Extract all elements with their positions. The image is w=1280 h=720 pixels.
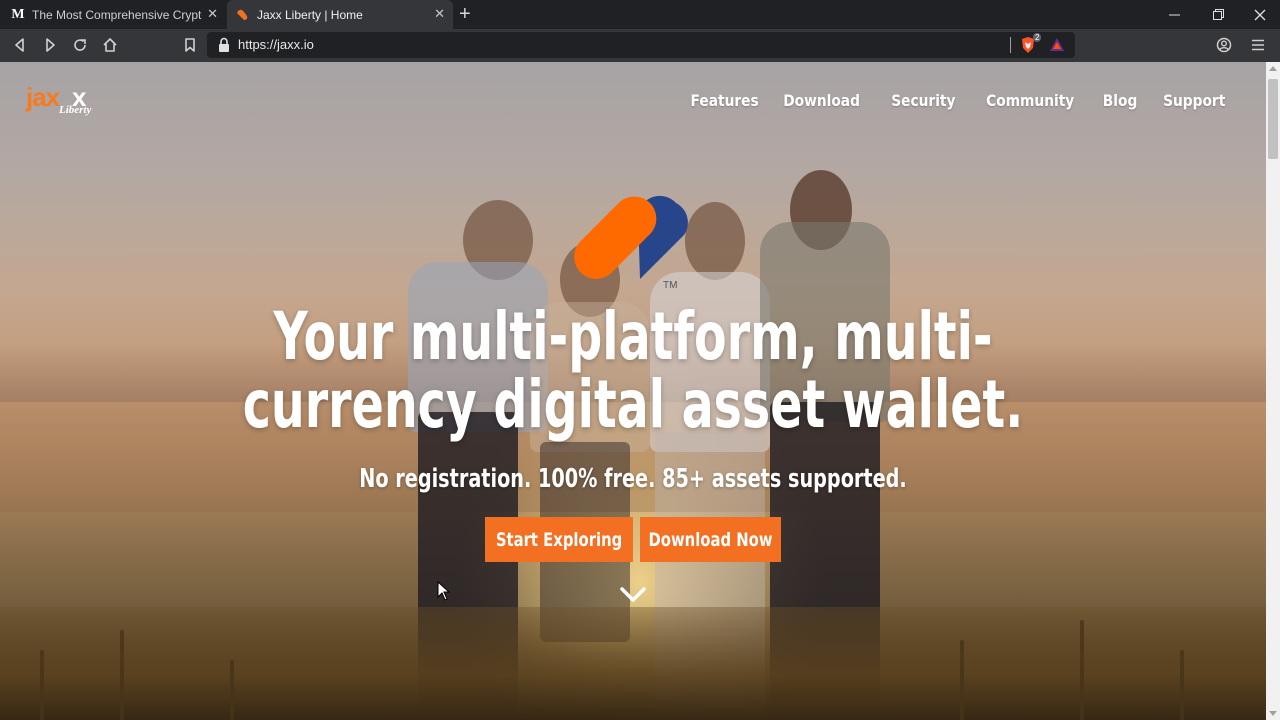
tab-medium-article[interactable]: M The Most Comprehensive Cryptoc ✕	[0, 0, 226, 29]
page-viewport: jax x Liberty Features Download Security…	[0, 62, 1266, 720]
tab-title: The Most Comprehensive Cryptoc	[32, 7, 202, 22]
download-now-label: Download Now	[648, 528, 773, 551]
hero-subheadline: No registration. 100% free. 85+ assets s…	[359, 464, 907, 494]
nav-download-link[interactable]: Download	[783, 91, 860, 110]
grass-stalk	[1080, 620, 1084, 720]
grass-stalk	[40, 650, 44, 720]
main-navigation: Features Download Security Community Blo…	[685, 91, 1230, 110]
browser-toolbar: https://jaxx.io 2	[0, 29, 1280, 62]
close-window-button[interactable]	[1238, 0, 1280, 29]
back-button[interactable]	[9, 34, 31, 56]
start-exploring-label: Start Exploring	[495, 528, 623, 551]
jaxx-heart-logo	[574, 195, 688, 279]
menu-button[interactable]	[1247, 34, 1269, 56]
nav-security-link[interactable]: Security	[892, 91, 956, 110]
account-button[interactable]	[1213, 34, 1235, 56]
account-icon	[1216, 37, 1232, 53]
address-bar[interactable]: https://jaxx.io 2	[207, 32, 1075, 58]
jaxx-icon	[235, 7, 251, 23]
bookmark-button[interactable]	[179, 34, 201, 56]
hamburger-menu-icon	[1252, 39, 1264, 51]
forward-icon	[46, 38, 55, 52]
nav-blog-link[interactable]: Blog	[1102, 91, 1137, 110]
lock-icon	[219, 37, 229, 52]
reload-button[interactable]	[69, 34, 91, 56]
forward-button[interactable]	[39, 34, 61, 56]
grass-stalk	[120, 630, 124, 720]
grass-stalk	[230, 660, 234, 720]
minimize-icon	[1168, 14, 1180, 16]
tab-title: Jaxx Liberty | Home	[257, 7, 363, 22]
home-icon	[103, 38, 117, 52]
restore-window-button[interactable]	[1196, 0, 1240, 29]
download-now-button[interactable]: Download Now	[640, 517, 781, 562]
back-icon	[15, 38, 24, 52]
scroll-down-arrow-icon[interactable]	[1269, 711, 1277, 716]
home-button[interactable]	[99, 34, 121, 56]
grassy-foreground	[0, 607, 1266, 720]
close-icon	[1254, 9, 1266, 20]
restore-icon	[1212, 9, 1224, 20]
scroll-up-arrow-icon[interactable]	[1269, 66, 1277, 71]
reload-icon	[74, 39, 86, 51]
trademark-symbol: TM	[663, 280, 678, 291]
start-exploring-button[interactable]: Start Exploring	[485, 517, 633, 562]
nav-features-link[interactable]: Features	[691, 91, 759, 110]
nav-support-link[interactable]: Support	[1163, 91, 1225, 110]
close-tab-icon[interactable]: ✕	[207, 7, 218, 21]
new-tab-button[interactable]: +	[459, 3, 471, 25]
brave-rewards-icon[interactable]	[1049, 37, 1065, 53]
nav-community-link[interactable]: Community	[986, 91, 1074, 110]
scroll-down-chevron-icon[interactable]	[619, 586, 647, 604]
logo-subtitle: Liberty	[59, 104, 92, 116]
shields-count-badge: 2	[1033, 33, 1042, 42]
scrollbar-thumb[interactable]	[1268, 79, 1278, 159]
bookmark-icon	[185, 38, 195, 52]
hero-headline: Your multi-platform, multi-currency digi…	[242, 298, 1024, 443]
jaxx-liberty-logo[interactable]: jax x Liberty	[26, 82, 106, 122]
browser-tab-bar: M The Most Comprehensive Cryptoc ✕ Jaxx …	[0, 0, 1280, 29]
logo-wordmark: jax	[26, 82, 60, 112]
url-text: https://jaxx.io	[238, 37, 314, 52]
minimize-window-button[interactable]	[1152, 0, 1196, 29]
grass-stalk	[960, 640, 964, 720]
grass-stalk	[1180, 650, 1184, 720]
page-scrollbar[interactable]	[1266, 62, 1280, 720]
close-tab-icon[interactable]: ✕	[434, 7, 445, 21]
mouse-pointer-icon	[437, 581, 451, 601]
medium-icon: M	[11, 6, 25, 22]
address-bar-divider	[1010, 37, 1011, 53]
tab-jaxx-home[interactable]: Jaxx Liberty | Home ✕	[227, 0, 453, 29]
